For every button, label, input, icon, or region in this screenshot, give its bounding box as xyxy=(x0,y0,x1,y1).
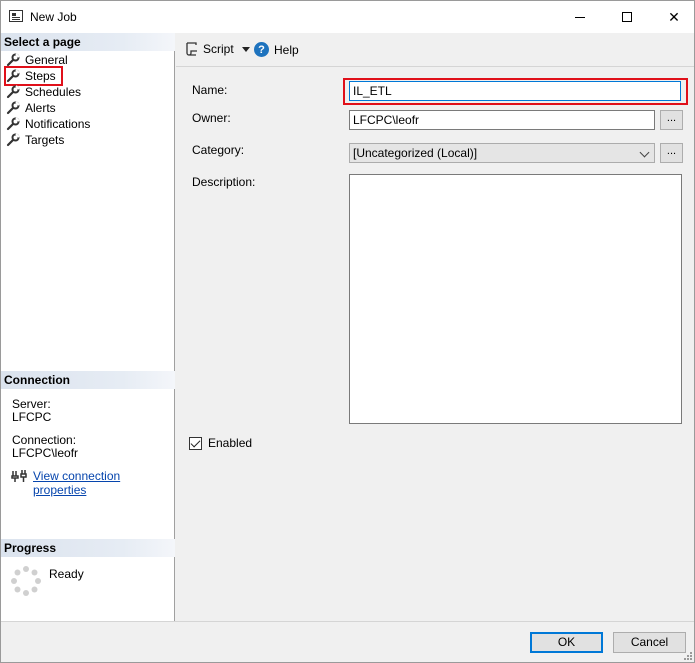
wrench-icon xyxy=(6,117,20,131)
enabled-label: Enabled xyxy=(208,436,253,450)
script-icon xyxy=(186,42,197,56)
close-button[interactable]: ✕ xyxy=(651,1,694,33)
window-title: New Job xyxy=(30,10,77,24)
help-label: Help xyxy=(274,42,299,57)
owner-field[interactable]: LFCPC\leofr xyxy=(349,110,655,130)
sidebar-item-general[interactable]: General xyxy=(6,52,166,68)
name-label: Name: xyxy=(192,83,228,97)
select-page-header: Select a page xyxy=(1,33,175,51)
enabled-checkbox-row[interactable]: Enabled xyxy=(189,436,252,450)
maximize-button[interactable] xyxy=(604,1,650,33)
sidebar-item-notifications[interactable]: Notifications xyxy=(6,116,166,132)
minimize-icon xyxy=(575,16,585,18)
toolbar: Script ? Help xyxy=(176,33,694,67)
name-field[interactable]: IL_ETL xyxy=(349,81,681,101)
connection-properties-icon xyxy=(11,469,27,483)
left-panel: Select a page General Steps Schedules Al… xyxy=(1,33,175,621)
sidebar-item-alerts[interactable]: Alerts xyxy=(6,100,166,116)
category-browse-button[interactable]: ... xyxy=(660,143,683,163)
progress-status: Ready xyxy=(49,567,84,581)
connection-value: LFCPC\leofr xyxy=(12,446,79,460)
description-field[interactable] xyxy=(349,174,682,424)
wrench-icon xyxy=(6,85,20,99)
sidebar-item-label: Schedules xyxy=(25,85,82,99)
sidebar-item-schedules[interactable]: Schedules xyxy=(6,84,166,100)
enabled-checkbox[interactable] xyxy=(189,436,202,450)
sidebar-item-label: General xyxy=(25,53,68,67)
resize-grip-icon[interactable] xyxy=(682,650,692,660)
sidebar-item-label: Alerts xyxy=(25,101,56,115)
script-label: Script xyxy=(203,42,234,56)
category-label: Category: xyxy=(192,143,245,157)
category-value: [Uncategorized (Local)] xyxy=(353,146,478,160)
progress-header: Progress xyxy=(1,539,175,557)
sidebar-item-label: Notifications xyxy=(25,117,91,131)
progress-spinner-icon xyxy=(11,566,41,596)
script-button[interactable]: Script xyxy=(184,42,250,56)
help-button[interactable]: ? Help xyxy=(254,42,299,57)
server-value: LFCPC xyxy=(12,410,52,424)
description-label: Description: xyxy=(192,175,256,189)
chevron-down-icon[interactable] xyxy=(241,46,250,52)
view-connection-properties-link[interactable]: View connection properties xyxy=(33,469,174,497)
category-dropdown[interactable]: [Uncategorized (Local)] xyxy=(349,143,655,163)
wrench-icon xyxy=(6,69,20,83)
sidebar-item-label: Steps xyxy=(25,69,56,83)
connection-header: Connection xyxy=(1,371,175,389)
general-page-content: Name: IL_ETL Owner: LFCPC\leofr ... Cate… xyxy=(176,68,694,621)
help-icon: ? xyxy=(254,42,269,57)
wrench-icon xyxy=(6,53,20,67)
sidebar-item-steps[interactable]: Steps xyxy=(4,66,63,86)
maximize-icon xyxy=(622,12,632,22)
wrench-icon xyxy=(6,133,20,147)
cancel-button[interactable]: Cancel xyxy=(613,632,686,653)
title-bar: New Job ✕ xyxy=(1,1,694,33)
sidebar-item-targets[interactable]: Targets xyxy=(6,132,166,148)
minimize-button[interactable] xyxy=(557,1,603,33)
ok-button[interactable]: OK xyxy=(530,632,603,653)
connection-label: Connection: xyxy=(12,433,77,447)
footer-bar: OK Cancel xyxy=(1,621,694,662)
window-app-icon xyxy=(9,10,23,22)
owner-browse-button[interactable]: ... xyxy=(660,110,683,130)
wrench-icon xyxy=(6,101,20,115)
close-icon: ✕ xyxy=(668,8,680,25)
server-label: Server: xyxy=(12,397,51,411)
owner-label: Owner: xyxy=(192,111,231,125)
sidebar-item-label: Targets xyxy=(25,133,65,147)
new-job-dialog: New Job ✕ Select a page General Steps Sc… xyxy=(0,0,695,663)
chevron-down-icon xyxy=(639,147,650,158)
